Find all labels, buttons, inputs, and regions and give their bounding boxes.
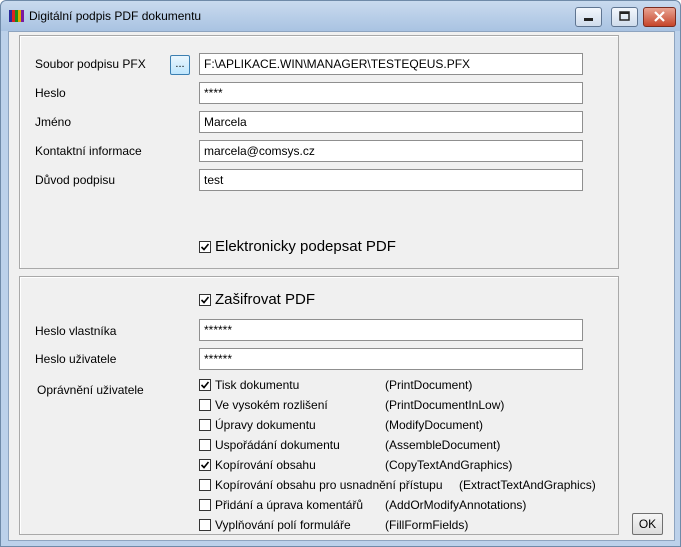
- checkbox-box[interactable]: [199, 479, 211, 491]
- permission-assemble-document[interactable]: Uspořádání dokumentu (AssembleDocument): [199, 438, 599, 454]
- permission-label: Kopírování obsahu: [215, 458, 316, 472]
- contact-info-field[interactable]: marcela@comsys.cz: [199, 140, 583, 162]
- encryption-group: Zašifrovat PDF Heslo vlastníka ****** He…: [19, 276, 619, 535]
- dialog-window: Digitální podpis PDF dokumentu Soubor po…: [0, 0, 681, 547]
- signature-group: Soubor podpisu PFX ... F:\APLIKACE.WIN\M…: [19, 35, 619, 269]
- sign-reason-field[interactable]: test: [199, 169, 583, 191]
- user-password-field[interactable]: ******: [199, 348, 583, 370]
- checkbox-box[interactable]: [199, 241, 211, 253]
- owner-password-field[interactable]: ******: [199, 319, 583, 341]
- owner-password-label: Heslo vlastníka: [35, 324, 117, 338]
- permission-api-name: (PrintDocument): [385, 378, 473, 392]
- pfx-file-field[interactable]: F:\APLIKACE.WIN\MANAGER\TESTEQEUS.PFX: [199, 53, 583, 75]
- maximize-button[interactable]: [611, 7, 638, 27]
- user-permissions-label: Oprávnění uživatele: [37, 383, 144, 397]
- name-field[interactable]: Marcela: [199, 111, 583, 133]
- user-password-label: Heslo uživatele: [35, 352, 117, 366]
- permission-copy-accessibility[interactable]: Kopírování obsahu pro usnadnění přístupu…: [199, 478, 609, 494]
- permission-label: Tisk dokumentu: [215, 378, 300, 392]
- permission-label: Ve vysokém rozlišení: [215, 398, 328, 412]
- minimize-icon: [584, 18, 593, 21]
- permission-label: Přidání a úprava komentářů: [215, 498, 364, 512]
- sign-pdf-checkbox[interactable]: Elektronicky podepsat PDF: [199, 238, 429, 256]
- close-button[interactable]: [643, 7, 676, 27]
- permission-api-name: (AddOrModifyAnnotations): [385, 498, 527, 512]
- encrypt-pdf-label: Zašifrovat PDF: [215, 291, 316, 308]
- checkbox-box[interactable]: [199, 439, 211, 451]
- permission-api-name: (CopyTextAndGraphics): [385, 458, 513, 472]
- permission-label: Kopírování obsahu pro usnadnění přístupu: [215, 478, 443, 492]
- permission-print-document[interactable]: Tisk dokumentu (PrintDocument): [199, 378, 599, 394]
- pfx-file-label: Soubor podpisu PFX: [35, 57, 146, 71]
- check-icon: [200, 461, 210, 469]
- maximize-icon: [619, 11, 630, 21]
- permission-copy-content[interactable]: Kopírování obsahu (CopyTextAndGraphics): [199, 458, 599, 474]
- permission-annotations[interactable]: Přidání a úprava komentářů (AddOrModifyA…: [199, 498, 599, 514]
- sign-reason-label: Důvod podpisu: [35, 173, 116, 187]
- check-icon: [200, 243, 210, 251]
- title-bar[interactable]: Digitální podpis PDF dokumentu: [1, 1, 680, 31]
- permission-api-name: (ModifyDocument): [385, 418, 484, 432]
- permission-print-high-res[interactable]: Ve vysokém rozlišení (PrintDocumentInLow…: [199, 398, 599, 414]
- permission-fill-form-fields[interactable]: Vyplňování polí formuláře (FillFormField…: [199, 518, 599, 534]
- checkbox-box[interactable]: [199, 459, 211, 471]
- password-field[interactable]: ****: [199, 82, 583, 104]
- checkbox-box[interactable]: [199, 379, 211, 391]
- minimize-button[interactable]: [575, 7, 602, 27]
- permission-api-name: (FillFormFields): [385, 518, 469, 532]
- password-label: Heslo: [35, 86, 66, 100]
- checkbox-box[interactable]: [199, 399, 211, 411]
- encrypt-pdf-checkbox[interactable]: Zašifrovat PDF: [199, 291, 359, 309]
- checkbox-box[interactable]: [199, 519, 211, 531]
- checkbox-box[interactable]: [199, 419, 211, 431]
- browse-button[interactable]: ...: [170, 55, 190, 75]
- permission-modify-document[interactable]: Úpravy dokumentu (ModifyDocument): [199, 418, 599, 434]
- sign-pdf-label: Elektronicky podepsat PDF: [215, 238, 396, 255]
- check-icon: [200, 296, 210, 304]
- name-label: Jméno: [35, 115, 72, 129]
- permission-label: Vyplňování polí formuláře: [215, 518, 351, 532]
- permission-api-name: (ExtractTextAndGraphics): [459, 478, 596, 492]
- contact-info-label: Kontaktní informace: [35, 144, 142, 158]
- checkbox-box[interactable]: [199, 294, 211, 306]
- permission-api-name: (PrintDocumentInLow): [385, 398, 505, 412]
- ok-button[interactable]: OK: [632, 513, 663, 535]
- close-icon: [654, 11, 665, 22]
- permission-api-name: (AssembleDocument): [385, 438, 501, 452]
- permission-label: Úpravy dokumentu: [215, 418, 316, 432]
- permission-label: Uspořádání dokumentu: [215, 438, 340, 452]
- check-icon: [200, 381, 210, 389]
- checkbox-box[interactable]: [199, 499, 211, 511]
- window-title: Digitální podpis PDF dokumentu: [29, 9, 202, 23]
- dialog-client-area: Soubor podpisu PFX ... F:\APLIKACE.WIN\M…: [8, 31, 675, 541]
- app-icon: [9, 10, 24, 22]
